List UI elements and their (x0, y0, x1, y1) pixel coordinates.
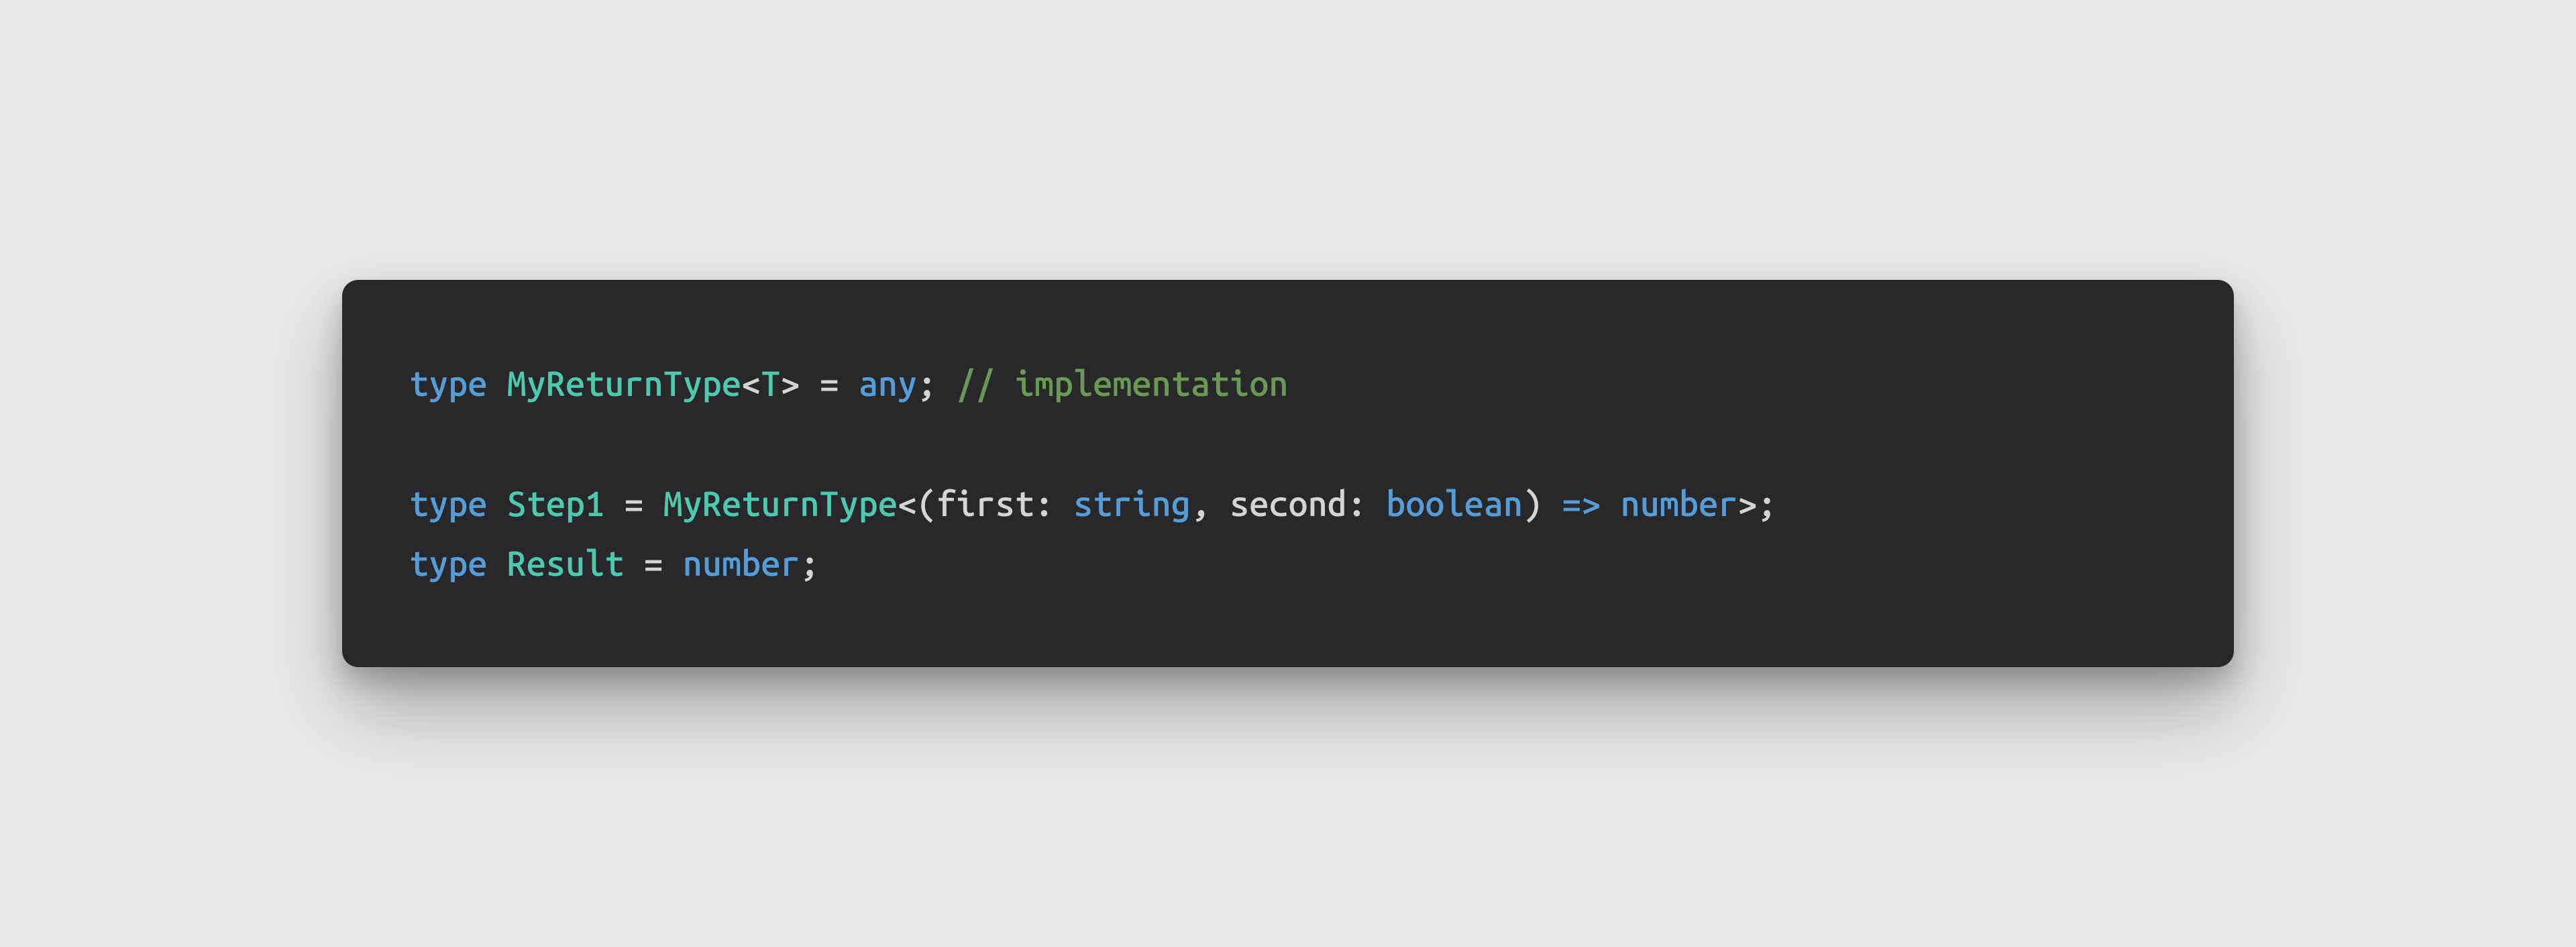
angle-close: > (780, 364, 800, 403)
param-name: second (1230, 484, 1347, 523)
code-block: type MyReturnType<T> = any; // implement… (342, 280, 2234, 668)
type-name: Step1 (507, 484, 605, 523)
code-line-4: type Result = number; (409, 534, 2167, 593)
type-name: Result (507, 544, 625, 583)
primitive-type: string (1073, 484, 1191, 523)
semicolon: ; (800, 544, 819, 583)
equals: = (820, 364, 839, 403)
semicolon: ; (1757, 484, 1776, 523)
space (624, 544, 643, 583)
paren-open: ( (917, 484, 936, 523)
angle-open: < (898, 484, 917, 523)
space (1366, 484, 1386, 523)
space (487, 484, 506, 523)
code-line-1: type MyReturnType<T> = any; // implement… (409, 354, 2167, 413)
generic-param: T (761, 364, 780, 403)
comment: // implementation (956, 364, 1288, 403)
code-line-3: type Step1 = MyReturnType<(first: string… (409, 474, 2167, 534)
semicolon: ; (917, 364, 936, 403)
angle-close: > (1737, 484, 1757, 523)
space (643, 484, 663, 523)
primitive-type: number (683, 544, 800, 583)
angle-open: < (741, 364, 761, 403)
paren-close: ) (1523, 484, 1542, 523)
arrow: => (1562, 484, 1601, 523)
type-name: MyReturnType (507, 364, 741, 403)
colon: : (1347, 484, 1366, 523)
param-name: first (936, 484, 1034, 523)
space (839, 364, 859, 403)
space (487, 544, 506, 583)
space (487, 364, 506, 403)
equals: = (624, 484, 643, 523)
keyword-type: type (409, 484, 487, 523)
comma: , (1191, 484, 1210, 523)
space (1601, 484, 1620, 523)
space (1542, 484, 1562, 523)
colon: : (1034, 484, 1054, 523)
space (663, 544, 683, 583)
equals: = (643, 544, 663, 583)
primitive-type: number (1621, 484, 1738, 523)
space (1210, 484, 1230, 523)
space (800, 364, 819, 403)
space (1054, 484, 1073, 523)
any-keyword: any (859, 364, 917, 403)
space (936, 364, 956, 403)
keyword-type: type (409, 364, 487, 403)
keyword-type: type (409, 544, 487, 583)
code-line-blank (409, 413, 2167, 473)
space (604, 484, 624, 523)
type-callee: MyReturnType (663, 484, 898, 523)
primitive-type: boolean (1386, 484, 1523, 523)
